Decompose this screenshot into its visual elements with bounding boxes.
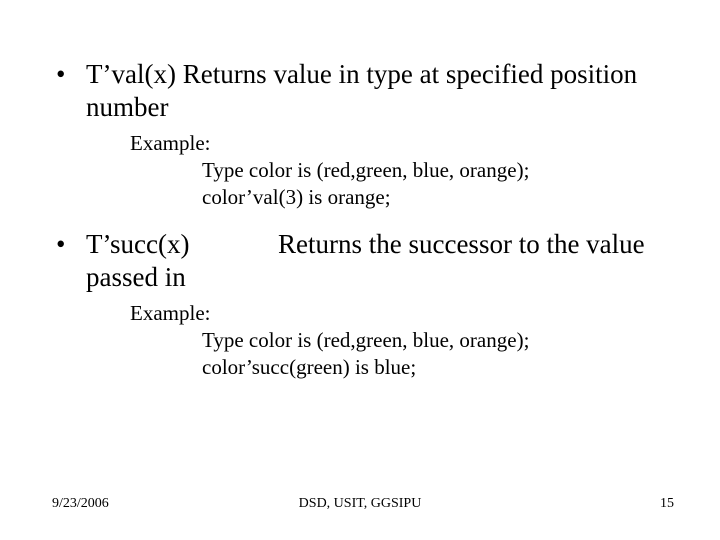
- bullet-marker: •: [52, 228, 86, 294]
- bullet-marker: •: [52, 58, 86, 124]
- example-block: Example: Type color is (red,green, blue,…: [130, 300, 680, 382]
- example-line: color’val(3) is orange;: [202, 184, 680, 211]
- footer: 9/23/2006 DSD, USIT, GGSIPU 15: [0, 496, 720, 514]
- example-label: Example:: [130, 130, 680, 157]
- bullet-text: T’val(x) Returns value in type at specif…: [86, 58, 680, 124]
- example-line: color’succ(green) is blue;: [202, 354, 680, 381]
- bullet-item: • T’val(x) Returns value in type at spec…: [52, 58, 680, 124]
- bullet-text: T’succ(x)Returns the successor to the va…: [86, 228, 680, 294]
- example-line: Type color is (red,green, blue, orange);: [202, 157, 680, 184]
- example-line: Type color is (red,green, blue, orange);: [202, 327, 680, 354]
- example-label: Example:: [130, 300, 680, 327]
- content-area: • T’val(x) Returns value in type at spec…: [52, 58, 680, 398]
- bullet-item: • T’succ(x)Returns the successor to the …: [52, 228, 680, 294]
- example-block: Example: Type color is (red,green, blue,…: [130, 130, 680, 212]
- footer-page: 15: [660, 496, 674, 512]
- footer-center: DSD, USIT, GGSIPU: [0, 496, 720, 512]
- slide: • T’val(x) Returns value in type at spec…: [0, 0, 720, 540]
- bullet-name: T’succ(x): [86, 228, 278, 261]
